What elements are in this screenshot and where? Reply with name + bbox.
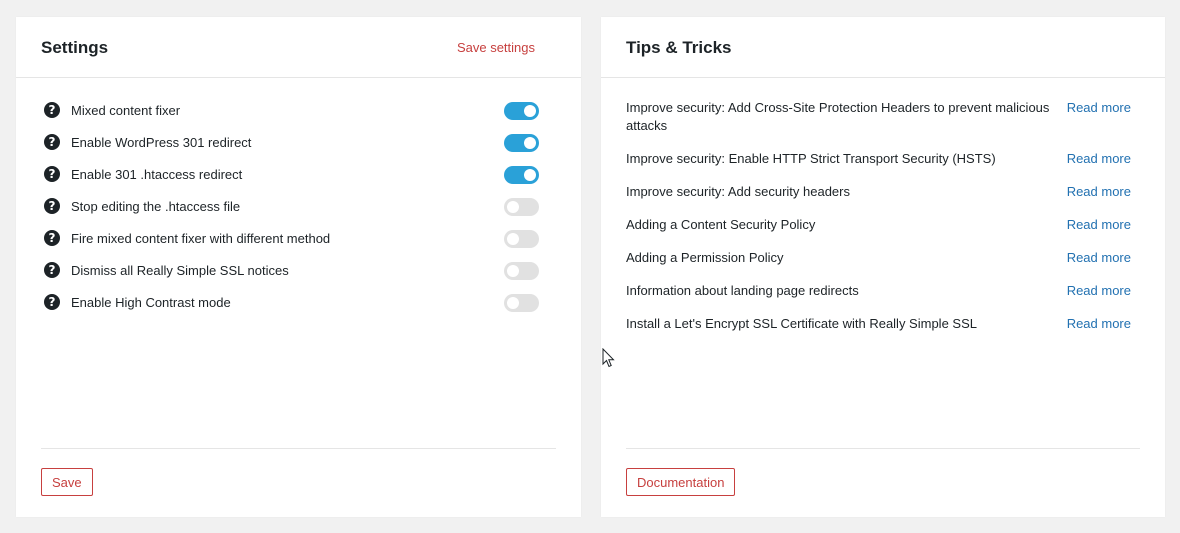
tip-text: Improve security: Add Cross-Site Protect… [626, 100, 1050, 133]
setting-label: Stop editing the .htaccess file [71, 198, 241, 214]
tip-row: Improve security: Add Cross-Site Protect… [626, 99, 1140, 135]
setting-label: Enable WordPress 301 redirect [71, 134, 252, 150]
tip-row: Adding a Content Security Policy Read mo… [626, 216, 1140, 234]
question-mark-icon[interactable]: ? [44, 102, 60, 118]
settings-panel: Settings Save settings ? Mixed content f… [16, 17, 581, 517]
toggle-knob [507, 201, 519, 213]
toggle-switch[interactable] [504, 198, 539, 216]
tip-text: Adding a Permission Policy [626, 250, 784, 265]
question-mark-icon[interactable]: ? [44, 166, 60, 182]
read-more-link[interactable]: Read more [1067, 216, 1131, 234]
question-mark-icon[interactable]: ? [44, 230, 60, 246]
tip-row: Improve security: Add security headers R… [626, 183, 1140, 201]
toggle-switch[interactable] [504, 102, 539, 120]
tip-text: Install a Let's Encrypt SSL Certificate … [626, 316, 977, 331]
tips-list: Improve security: Add Cross-Site Protect… [626, 99, 1140, 348]
setting-row: ? Fire mixed content fixer with differen… [41, 222, 541, 254]
toggle-knob [524, 137, 536, 149]
question-mark-icon[interactable]: ? [44, 262, 60, 278]
tip-row: Information about landing page redirects… [626, 282, 1140, 300]
tips-header: Tips & Tricks [601, 17, 1165, 78]
question-mark-icon[interactable]: ? [44, 198, 60, 214]
read-more-link[interactable]: Read more [1067, 99, 1131, 117]
settings-header: Settings Save settings [16, 17, 581, 78]
documentation-button[interactable]: Documentation [626, 468, 736, 496]
tips-panel: Tips & Tricks Improve security: Add Cros… [601, 17, 1165, 517]
tip-text: Improve security: Enable HTTP Strict Tra… [626, 151, 996, 166]
question-mark-icon[interactable]: ? [44, 134, 60, 150]
question-mark-icon[interactable]: ? [44, 294, 60, 310]
save-button[interactable]: Save [41, 468, 93, 496]
footer-divider [41, 448, 556, 449]
setting-row: ? Enable WordPress 301 redirect [41, 126, 541, 158]
toggle-knob [524, 105, 536, 117]
toggle-switch[interactable] [504, 262, 539, 280]
setting-label: Enable High Contrast mode [71, 294, 231, 310]
setting-row: ? Dismiss all Really Simple SSL notices [41, 254, 541, 286]
toggle-knob [507, 265, 519, 277]
tip-text: Information about landing page redirects [626, 283, 859, 298]
settings-title: Settings [41, 38, 109, 57]
tip-row: Adding a Permission Policy Read more [626, 249, 1140, 267]
read-more-link[interactable]: Read more [1067, 150, 1131, 168]
read-more-link[interactable]: Read more [1067, 249, 1131, 267]
toggle-knob [507, 233, 519, 245]
setting-row: ? Mixed content fixer [41, 94, 541, 126]
setting-row: ? Stop editing the .htaccess file [41, 190, 541, 222]
setting-row: ? Enable 301 .htaccess redirect [41, 158, 541, 190]
setting-label: Fire mixed content fixer with different … [71, 230, 331, 246]
setting-label: Dismiss all Really Simple SSL notices [71, 262, 289, 278]
toggle-switch[interactable] [504, 134, 539, 152]
settings-list: ? Mixed content fixer ? Enable WordPress… [41, 94, 541, 318]
toggle-knob [524, 169, 536, 181]
read-more-link[interactable]: Read more [1067, 183, 1131, 201]
setting-label: Mixed content fixer [71, 102, 181, 118]
mouse-pointer-icon [602, 348, 615, 368]
toggle-switch[interactable] [504, 294, 539, 312]
tip-text: Adding a Content Security Policy [626, 217, 816, 232]
toggle-switch[interactable] [504, 230, 539, 248]
tip-row: Install a Let's Encrypt SSL Certificate … [626, 315, 1140, 333]
footer-divider [626, 448, 1140, 449]
tip-row: Improve security: Enable HTTP Strict Tra… [626, 150, 1140, 168]
setting-label: Enable 301 .htaccess redirect [71, 166, 243, 182]
toggle-knob [507, 297, 519, 309]
save-settings-link[interactable]: Save settings [457, 40, 535, 55]
read-more-link[interactable]: Read more [1067, 315, 1131, 333]
tips-title: Tips & Tricks [626, 38, 732, 57]
read-more-link[interactable]: Read more [1067, 282, 1131, 300]
tip-text: Improve security: Add security headers [626, 184, 850, 199]
setting-row: ? Enable High Contrast mode [41, 286, 541, 318]
toggle-switch[interactable] [504, 166, 539, 184]
